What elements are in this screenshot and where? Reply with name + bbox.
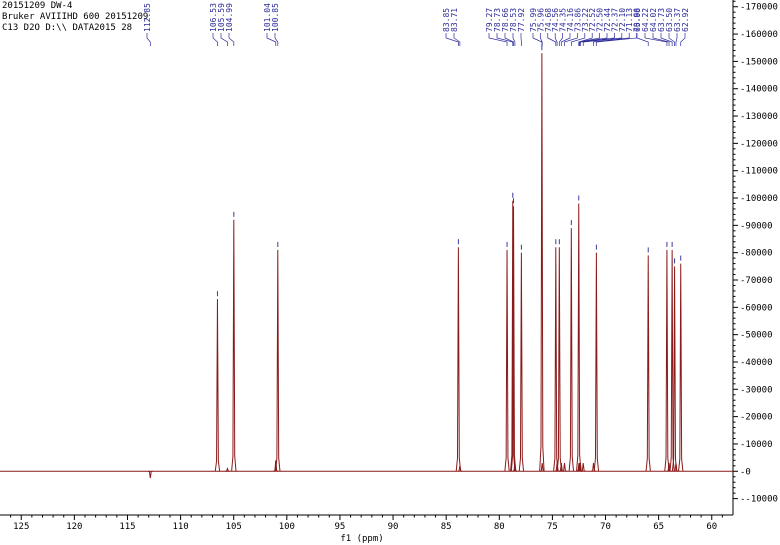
peak-label: 62.92: [681, 8, 690, 32]
peak-label: 83.71: [450, 8, 459, 32]
y-tick-label: -70000: [740, 276, 773, 286]
peak-top-marks: [216, 45, 682, 297]
y-tick-label: -170000: [740, 3, 778, 13]
spectrum-peak: [556, 247, 563, 472]
y-tick-label: -90000: [740, 221, 773, 231]
peak-label-leader: [636, 33, 649, 46]
x-tick-label: 75: [547, 522, 558, 532]
x-tick-label: 95: [335, 522, 346, 532]
spectrum-peak: [147, 470, 153, 479]
x-tick-label: 110: [172, 522, 188, 532]
y-tick-label: -30000: [740, 385, 773, 395]
y-tick-label: --10000: [740, 495, 778, 505]
plot-frame: [0, 0, 734, 516]
y-tick-label: -0: [740, 467, 751, 477]
y-tick-label: -60000: [740, 303, 773, 313]
peak-label-leader: [504, 33, 514, 46]
spectrum-peak: [664, 249, 670, 472]
y-tick-label: -150000: [740, 57, 778, 67]
spectrum-trace: [0, 53, 733, 479]
y-tick-label: -20000: [740, 413, 773, 423]
spectrum-peak: [568, 228, 575, 472]
peak-label: 104.99: [225, 3, 234, 32]
spectrum-peak: [231, 219, 237, 472]
spectrum-peak: [593, 252, 600, 472]
spectrum-peak: [576, 203, 582, 472]
spectrum-peak: [518, 252, 525, 472]
peak-label-leader: [660, 33, 673, 46]
peak-label-leader: [274, 33, 279, 46]
y-tick-label: -140000: [740, 85, 778, 95]
y-tick-label: -50000: [740, 331, 773, 341]
y-tick-label: -40000: [740, 358, 773, 368]
spectrum-peak: [553, 247, 559, 472]
spectrum-peak: [457, 465, 463, 472]
y-tick-label: -10000: [740, 440, 773, 450]
x-tick-label: 90: [388, 522, 399, 532]
y-tick-label: -130000: [740, 112, 778, 122]
y-tick-label: -160000: [740, 30, 778, 40]
x-axis-label: f1 (ppm): [340, 534, 383, 544]
x-tick-label: 85: [441, 522, 452, 532]
x-tick-label: 100: [279, 522, 295, 532]
peak-label-leader: [220, 33, 228, 46]
spectrum-peak: [678, 263, 684, 472]
spectrum-peak: [214, 299, 221, 472]
y-axis: --10000 -0 -10000 -20000 -30000 -40000 -50000 -…: [733, 0, 778, 505]
peak-label-leader: [146, 33, 151, 46]
peak-label-leader: [680, 33, 686, 46]
peak-label: 100.85: [271, 3, 280, 32]
peak-label: 77.92: [517, 8, 526, 32]
x-tick-label: 115: [119, 522, 135, 532]
peak-label-leader: [228, 33, 235, 46]
peak-label-leaders: [146, 33, 686, 46]
x-tick-label: 120: [66, 522, 82, 532]
spectrum-peak: [504, 249, 510, 472]
y-tick-label: -120000: [740, 139, 778, 149]
spectrum-peak: [562, 463, 567, 472]
x-tick-label: 80: [494, 522, 505, 532]
peak-label-leader: [675, 33, 678, 46]
x-axis: 125 120 115 110 105 100 95 90 85 80 75 70 65 60: [10, 515, 723, 532]
peak-label-leader: [453, 33, 461, 46]
peak-label: 112.85: [143, 3, 152, 32]
peak-label-leader: [266, 33, 277, 46]
spectrum-peak: [455, 247, 462, 472]
x-tick-label: 60: [706, 522, 717, 532]
peak-label-leader: [558, 33, 563, 46]
x-tick-label: 65: [653, 522, 664, 532]
spectrum-peak: [275, 249, 281, 472]
x-tick-label: 125: [13, 522, 29, 532]
peak-label-leader: [540, 33, 543, 46]
spectrum-peak: [539, 53, 545, 472]
peak-label-leader: [547, 33, 557, 46]
y-tick-label: -100000: [740, 194, 778, 204]
nmr-spectrum-chart: --10000 -0 -10000 -20000 -30000 -40000 -50000 -…: [0, 0, 778, 544]
spectrum-peak: [580, 463, 586, 472]
peak-label-leader: [212, 33, 218, 46]
peak-labels: 112.85 106.53 105.59 104.99 101.04 100.85 83.8…: [143, 3, 690, 32]
y-tick-label: -110000: [740, 167, 778, 177]
x-tick-label: 105: [226, 522, 242, 532]
x-tick-label: 70: [600, 522, 611, 532]
y-tick-label: -80000: [740, 249, 773, 259]
spectrum-peak: [645, 255, 651, 472]
